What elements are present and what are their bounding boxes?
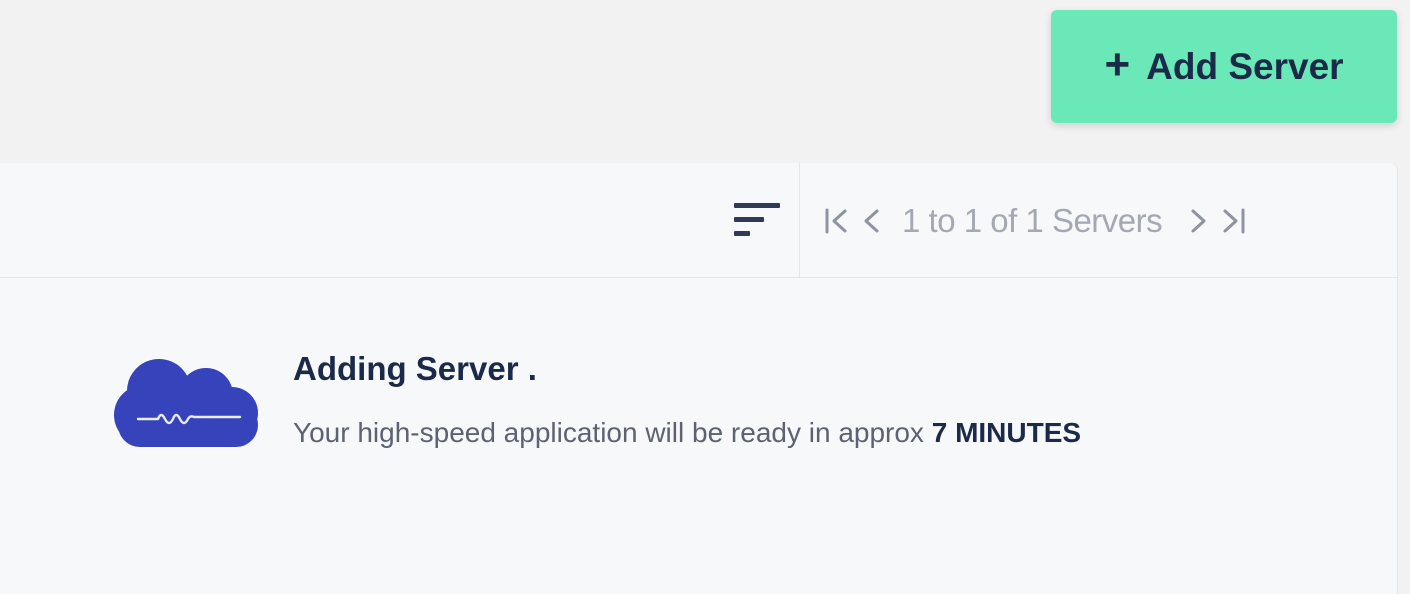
status-message-text: Your high-speed application will be read… — [293, 417, 924, 448]
sort-lines-icon — [734, 203, 780, 236]
adding-server-status: Adding Server . Your high-speed applicat… — [0, 278, 1397, 594]
status-eta: 7 MINUTES — [931, 417, 1082, 448]
pagination: 1 to 1 of 1 Servers — [818, 193, 1252, 249]
servers-panel: 1 to 1 of 1 Servers Adding Server . Your… — [0, 163, 1398, 594]
pagination-count: 1 to 1 of 1 Servers — [902, 202, 1163, 239]
status-message: Your high-speed application will be read… — [293, 417, 1081, 449]
toolbar-divider — [799, 163, 800, 277]
list-toolbar: 1 to 1 of 1 Servers — [0, 163, 1397, 278]
status-title: Adding Server . — [293, 350, 537, 387]
sort-button[interactable] — [730, 199, 784, 243]
first-page-icon — [825, 208, 847, 234]
last-page-button[interactable] — [1216, 201, 1252, 241]
add-server-label: Add Server — [1146, 45, 1344, 87]
chevron-right-icon — [1191, 209, 1206, 233]
last-page-icon — [1223, 208, 1245, 234]
plus-icon: + — [1104, 39, 1131, 89]
next-page-button[interactable] — [1180, 201, 1216, 241]
add-server-button[interactable]: + Add Server — [1051, 10, 1397, 123]
chevron-left-icon — [864, 209, 879, 233]
prev-page-button[interactable] — [854, 201, 890, 241]
cloud-icon — [114, 359, 258, 447]
servers-page: + Add Server 1 to 1 of 1 Servers Adding … — [0, 0, 1410, 594]
first-page-button[interactable] — [818, 201, 854, 241]
